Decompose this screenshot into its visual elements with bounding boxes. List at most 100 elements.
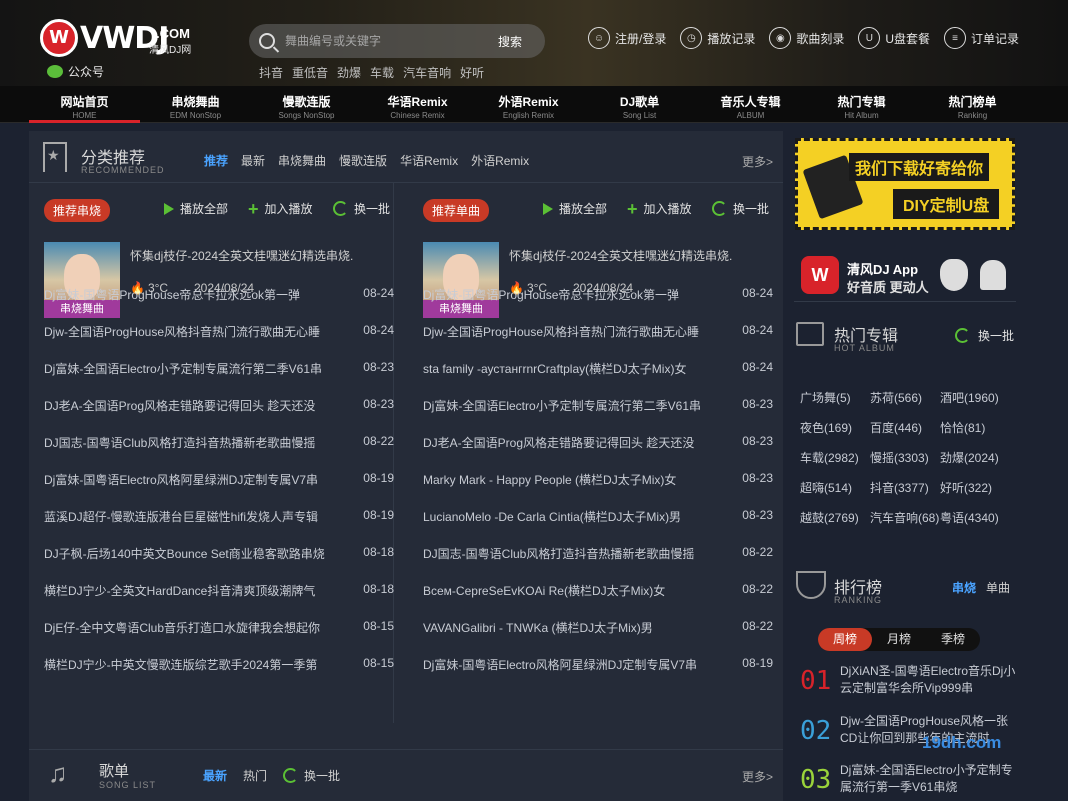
track-title[interactable]: Dj富妹-全国语Electro小予定制专属流行第二季V61串 xyxy=(44,360,334,397)
more-link[interactable]: 更多> xyxy=(742,153,773,170)
nav-slow[interactable]: 慢歌连版 Songs NonStop xyxy=(251,86,362,123)
list-item[interactable]: DJ子枫-后场140中英文Bounce Set商业稳客歌路串烧 08-18 xyxy=(44,545,394,582)
list-item[interactable]: Marky Mark - Happy People (横栏DJ太子Mix)女 08… xyxy=(423,471,773,508)
tab-weekly[interactable]: 周榜 xyxy=(818,628,872,651)
hotword[interactable]: 劲爆 xyxy=(337,64,361,81)
nav-artist-album[interactable]: 音乐人专辑 ALBUM xyxy=(695,86,806,123)
nav-edm[interactable]: 串烧舞曲 EDM NonStop xyxy=(140,86,251,123)
apple-icon[interactable] xyxy=(940,259,968,291)
tab-slow[interactable]: 慢歌连版 xyxy=(339,152,387,169)
nav-songlist[interactable]: DJ歌单 Song List xyxy=(584,86,695,123)
tab-english-remix[interactable]: 外语Remix xyxy=(471,152,529,169)
list-item[interactable]: 横栏DJ宁少-中英文慢歌连版综艺歌手2024第一季第 08-15 xyxy=(44,656,394,693)
login-link[interactable]: ☺ 注册/登录 xyxy=(588,27,666,49)
list-item[interactable]: DJ老A-全国语Prog风格走错路要记得回头 趁天还没 08-23 xyxy=(44,397,394,434)
list-item[interactable]: LucianoMelo -De Carla Cintia(横栏DJ太子Mix)男… xyxy=(423,508,773,545)
hotword[interactable]: 好听 xyxy=(460,64,484,81)
tab-latest[interactable]: 最新 xyxy=(241,152,265,169)
album-tag[interactable]: 车载(2982) xyxy=(800,449,870,467)
order-link[interactable]: ≡ 订单记录 xyxy=(944,27,1019,49)
album-tag[interactable]: 超嗨(514) xyxy=(800,479,870,497)
tab-monthly[interactable]: 月榜 xyxy=(872,628,926,651)
track-title[interactable]: Dj富妹-国粤语Electro风格阿星绿洲DJ定制专属V7串 xyxy=(44,471,334,508)
track-title[interactable]: Всем-CepreSeEvKOAi Re(横栏DJ太子Mix)女 xyxy=(423,582,713,619)
album-tag[interactable]: 苏荷(566) xyxy=(870,389,940,407)
refresh-button[interactable]: 换一批 xyxy=(283,767,340,784)
list-item[interactable]: Dj富妹-全国语Electro小予定制专属流行第二季V61串 08-23 xyxy=(423,397,773,434)
nav-ranking[interactable]: 热门榜单 Ranking xyxy=(917,86,1028,123)
refresh-button[interactable]: 换一批 xyxy=(954,327,1014,344)
track-title[interactable]: Dj富妹-国粤语ProgHouse帝总卡拉永远ok第一弹 xyxy=(423,286,713,323)
tab-edm[interactable]: 串烧舞曲 xyxy=(278,152,326,169)
track-title[interactable]: Dj富妹-全国语Electro小予定制专属流行第二季V61串 xyxy=(423,397,713,434)
list-item[interactable]: VAVANGalibri - TNWKa (横栏DJ太子Mix)男 08-22 xyxy=(423,619,773,656)
refresh-button[interactable]: 换一批 xyxy=(333,200,390,217)
rank-title[interactable]: DjXiAN圣-国粤语Electro音乐Dj小云定制富华会所Vip999串 xyxy=(840,663,1016,697)
hotword[interactable]: 重低音 xyxy=(292,64,328,81)
usb-ad-banner[interactable]: 我们下载好寄给你 DIY定制U盘 xyxy=(795,138,1015,230)
refresh-button[interactable]: 换一批 xyxy=(712,200,769,217)
search-input[interactable] xyxy=(285,34,490,48)
album-tag[interactable]: 酒吧(1960) xyxy=(940,389,1016,407)
ranking-item[interactable]: 01 DjXiAN圣-国粤语Electro音乐Dj小云定制富华会所Vip999串 xyxy=(800,663,1016,708)
track-title[interactable]: LucianoMelo -De Carla Cintia(横栏DJ太子Mix)男 xyxy=(423,508,713,545)
track-title[interactable]: DjE仔-全中文粤语Club音乐打造口水旋律我会想起你 xyxy=(44,619,334,656)
play-all-button[interactable]: 播放全部 xyxy=(543,200,607,217)
rank-title[interactable]: Dj富妹-全国语Electro小予定制专属流行第一季V61串烧 xyxy=(840,762,1016,796)
list-item[interactable]: 蓝溪DJ超仔-慢歌连版港台巨星磁性hifi发烧人声专辑 08-19 xyxy=(44,508,394,545)
nav-home[interactable]: 网站首页 HOME xyxy=(29,86,140,123)
track-title[interactable]: 横栏DJ宁少-中英文慢歌连版综艺歌手2024第一季第 xyxy=(44,656,334,693)
play-all-button[interactable]: 播放全部 xyxy=(164,200,228,217)
list-item[interactable]: Dj富妹-国粤语ProgHouse帝总卡拉永远ok第一弹 08-24 xyxy=(423,286,773,323)
featured-title[interactable]: 怀集dj枝仔-2024全英文桂嘿迷幻精选串烧. xyxy=(130,247,353,264)
wechat-link[interactable]: 公众号 xyxy=(47,63,104,80)
add-play-button[interactable]: + 加入播放 xyxy=(627,200,692,218)
site-logo[interactable]: W VWDJ .COM 清风DJ网 xyxy=(40,18,210,60)
usb-link[interactable]: U U盘套餐 xyxy=(858,27,930,49)
list-item[interactable]: Djw-全国语ProgHouse风格抖音热门流行歌曲无心睡 08-24 xyxy=(423,323,773,360)
history-link[interactable]: ◷ 播放记录 xyxy=(680,27,755,49)
tab-latest[interactable]: 最新 xyxy=(203,767,227,784)
tab-recommend[interactable]: 推荐 xyxy=(204,152,228,169)
album-tag[interactable]: 粤语(4340) xyxy=(940,509,1016,527)
list-item[interactable]: DjE仔-全中文粤语Club音乐打造口水旋律我会想起你 08-15 xyxy=(44,619,394,656)
list-item[interactable]: 横栏DJ宁少-全英文HardDance抖音清爽顶级潮牌气 08-18 xyxy=(44,582,394,619)
app-promo[interactable]: W 清风DJ App 好音质 更动人 xyxy=(794,246,1016,302)
featured-title[interactable]: 怀集dj枝仔-2024全英文桂嘿迷幻精选串烧. xyxy=(509,247,732,264)
hotword[interactable]: 车载 xyxy=(370,64,394,81)
hotword[interactable]: 抖音 xyxy=(259,64,283,81)
search-icon[interactable] xyxy=(259,33,275,49)
track-title[interactable]: Djw-全国语ProgHouse风格抖音热门流行歌曲无心睡 xyxy=(423,323,713,360)
track-title[interactable]: DJ老A-全国语Prog风格走错路要记得回头 趁天还没 xyxy=(44,397,334,434)
track-title[interactable]: 蓝溪DJ超仔-慢歌连版港台巨星磁性hifi发烧人声专辑 xyxy=(44,508,334,545)
track-title[interactable]: sta family -аустангrnrCraftplay(横栏DJ太子Mi… xyxy=(423,360,713,397)
add-play-button[interactable]: + 加入播放 xyxy=(248,200,313,218)
album-tag[interactable]: 劲爆(2024) xyxy=(940,449,1016,467)
track-title[interactable]: DJ国志-国粤语Club风格打造抖音热播新老歌曲慢摇 xyxy=(423,545,713,582)
album-tag[interactable]: 抖音(3377) xyxy=(870,479,940,497)
album-tag[interactable]: 夜色(169) xyxy=(800,419,870,437)
android-icon[interactable] xyxy=(980,260,1006,290)
hotword[interactable]: 汽车音响 xyxy=(403,64,451,81)
track-title[interactable]: Marky Mark - Happy People (横栏DJ太子Mix)女 xyxy=(423,471,713,508)
tab-chinese-remix[interactable]: 华语Remix xyxy=(400,152,458,169)
nav-hit-album[interactable]: 热门专辑 Hit Album xyxy=(806,86,917,123)
album-tag[interactable]: 恰恰(81) xyxy=(940,419,1016,437)
list-item[interactable]: Djw-全国语ProgHouse风格抖音热门流行歌曲无心睡 08-24 xyxy=(44,323,394,360)
track-title[interactable]: Djw-全国语ProgHouse风格抖音热门流行歌曲无心睡 xyxy=(44,323,334,360)
nav-chinese-remix[interactable]: 华语Remix Chinese Remix xyxy=(362,86,473,123)
ranking-item[interactable]: 03 Dj富妹-全国语Electro小予定制专属流行第一季V61串烧 xyxy=(800,762,1016,801)
album-tag[interactable]: 慢摇(3303) xyxy=(870,449,940,467)
search-button[interactable]: 搜索 xyxy=(498,33,522,50)
tab-single[interactable]: 单曲 xyxy=(986,579,1010,596)
album-tag[interactable]: 广场舞(5) xyxy=(800,389,870,407)
list-item[interactable]: Dj富妹-国粤语Electro风格阿星绿洲DJ定制专属V7串 08-19 xyxy=(44,471,394,508)
list-item[interactable]: Dj富妹-国粤语Electro风格阿星绿洲DJ定制专属V7串 08-19 xyxy=(423,656,773,693)
tab-hot[interactable]: 热门 xyxy=(243,767,267,784)
track-title[interactable]: VAVANGalibri - TNWKa (横栏DJ太子Mix)男 xyxy=(423,619,713,656)
track-title[interactable]: Dj富妹-国粤语ProgHouse帝总卡拉永远ok第一弹 xyxy=(44,286,334,323)
list-item[interactable]: Всем-CepreSeEvKOAi Re(横栏DJ太子Mix)女 08-22 xyxy=(423,582,773,619)
album-tag[interactable]: 百度(446) xyxy=(870,419,940,437)
track-title[interactable]: DJ国志-国粤语Club风格打造抖音热播新老歌曲慢摇 xyxy=(44,434,334,471)
album-tag[interactable]: 越鼓(2769) xyxy=(800,509,870,527)
